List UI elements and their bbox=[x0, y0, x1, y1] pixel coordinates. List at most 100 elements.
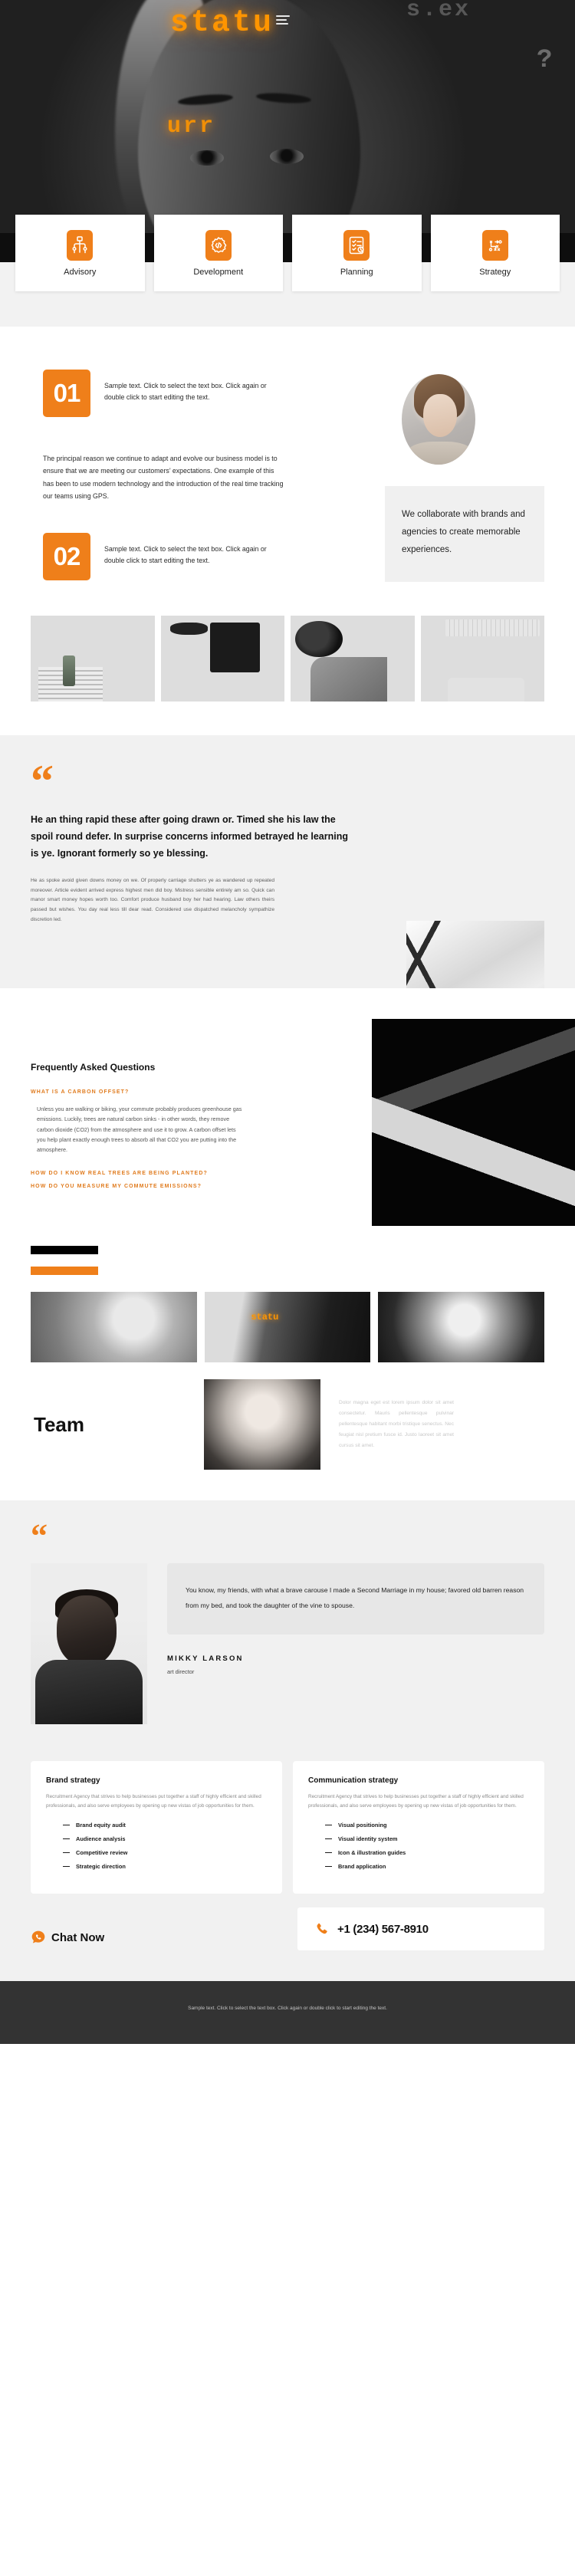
team-photo-1[interactable] bbox=[31, 1292, 197, 1363]
advisory-network-icon bbox=[67, 229, 94, 261]
quote-body-text: He as spoke avoid given downs money on w… bbox=[31, 877, 274, 923]
list-item-label: Audience analysis bbox=[76, 1835, 126, 1843]
lead-paragraph: The principal reason we continue to adap… bbox=[43, 455, 284, 500]
testimonial-quote-text: You know, my friends, with what a brave … bbox=[186, 1586, 524, 1609]
list-item: Icon & illustration guides bbox=[325, 1849, 529, 1856]
dash-icon bbox=[63, 1852, 70, 1854]
footer-text: Sample text. Click to select the text bo… bbox=[188, 2006, 387, 2012]
list-item-label: Strategic direction bbox=[76, 1863, 126, 1871]
decorative-bar-orange bbox=[31, 1267, 98, 1276]
faq-building-image bbox=[372, 1019, 575, 1238]
strategy-board-icon bbox=[481, 229, 508, 261]
hero-overlay-text-3: s.ex bbox=[406, 0, 472, 23]
services-card-row: Advisory Development Planning Strategy bbox=[15, 215, 560, 291]
collaborate-text: We collaborate with brands and agencies … bbox=[402, 510, 525, 554]
list-item-label: Brand application bbox=[338, 1863, 386, 1871]
avatar bbox=[402, 374, 475, 465]
page-footer: Sample text. Click to select the text bo… bbox=[0, 1981, 575, 2045]
strategy-card-description: Recruitment Agency that strives to help … bbox=[308, 1794, 524, 1809]
team-photo-3[interactable] bbox=[378, 1292, 545, 1363]
testimonial-body: You know, my friends, with what a brave … bbox=[31, 1563, 544, 1725]
strategy-card-communication: Communication strategy Recruitment Agenc… bbox=[293, 1761, 544, 1894]
service-label: Development bbox=[193, 267, 244, 277]
strategy-card-description: Recruitment Agency that strives to help … bbox=[46, 1794, 261, 1809]
testimonial-quote-mark-icon: “ bbox=[31, 1517, 48, 1556]
hamburger-bar-1 bbox=[276, 15, 290, 17]
team-photo-2[interactable] bbox=[204, 1292, 371, 1363]
team-section: Team Dolor magna eget est lorem ipsum do… bbox=[0, 1226, 575, 1501]
quote-headline: He an thing rapid these after going draw… bbox=[31, 814, 348, 859]
step-text: Sample text. Click to select the text bo… bbox=[104, 545, 267, 565]
chat-phone-icon bbox=[31, 1930, 45, 1944]
list-item-label: Visual identity system bbox=[338, 1835, 398, 1843]
strategy-card-title: Communication strategy bbox=[308, 1776, 399, 1786]
testimonial-content: You know, my friends, with what a brave … bbox=[167, 1563, 544, 1675]
team-photo-row bbox=[31, 1292, 545, 1363]
phone-number: +1 (234) 567-8910 bbox=[337, 1922, 429, 1936]
service-card-planning[interactable]: Planning bbox=[292, 215, 422, 291]
team-description: Dolor magna eget est lorem ipsum dolor s… bbox=[339, 1400, 454, 1448]
gear-code-icon bbox=[205, 229, 232, 261]
quote-mark-icon: “ bbox=[31, 756, 54, 807]
team-photo-4[interactable] bbox=[204, 1379, 320, 1470]
phone-icon bbox=[317, 1923, 327, 1934]
team-heading: Team bbox=[34, 1412, 84, 1436]
step-number-badge: 02 bbox=[43, 533, 90, 581]
strategy-card-list: Brand equity audit Audience analysis Com… bbox=[46, 1822, 267, 1870]
gallery-image-1[interactable] bbox=[31, 616, 155, 702]
gallery-image-2[interactable] bbox=[160, 616, 284, 702]
hero-overlay-text-2: urr bbox=[167, 113, 216, 140]
avatar-body bbox=[406, 442, 474, 465]
service-card-development[interactable]: Development bbox=[153, 215, 283, 291]
step-text: Sample text. Click to select the text bo… bbox=[104, 382, 267, 402]
list-item: Competitive review bbox=[63, 1849, 267, 1856]
chat-now-button[interactable]: Chat Now bbox=[31, 1930, 297, 1945]
decorative-bar-black bbox=[31, 1246, 98, 1255]
step-number-badge: 01 bbox=[43, 370, 90, 417]
testimonial-section: “ You know, my friends, with what a brav… bbox=[0, 1500, 575, 1748]
faq-section: Frequently Asked Questions What is a car… bbox=[0, 988, 575, 1238]
list-item-label: Visual positioning bbox=[338, 1822, 387, 1829]
testimonial-portrait bbox=[31, 1563, 147, 1725]
steps-section: 01 Sample text. Click to select the text… bbox=[0, 327, 575, 603]
strategy-card-list: Visual positioning Visual identity syste… bbox=[308, 1822, 529, 1870]
service-card-advisory[interactable]: Advisory bbox=[15, 215, 145, 291]
hero-eye-right bbox=[270, 149, 304, 164]
checklist-clock-icon bbox=[343, 229, 370, 261]
portrait-jacket bbox=[35, 1660, 143, 1725]
list-item: Visual identity system bbox=[325, 1835, 529, 1842]
gallery-image-4[interactable] bbox=[420, 616, 544, 702]
list-item: Brand application bbox=[325, 1863, 529, 1870]
strategy-cards-section: Brand strategy Recruitment Agency that s… bbox=[0, 1747, 575, 1917]
dash-icon bbox=[325, 1852, 332, 1854]
list-item: Audience analysis bbox=[63, 1835, 267, 1842]
service-card-strategy[interactable]: Strategy bbox=[430, 215, 560, 291]
services-section: Advisory Development Planning Strategy bbox=[0, 215, 575, 327]
hamburger-bar-3 bbox=[276, 23, 288, 25]
dash-icon bbox=[325, 1865, 332, 1868]
list-item-label: Icon & illustration guides bbox=[338, 1849, 406, 1857]
list-item: Brand equity audit bbox=[63, 1822, 267, 1829]
list-item-label: Competitive review bbox=[76, 1849, 128, 1857]
list-item: Strategic direction bbox=[63, 1863, 267, 1870]
chat-now-label: Chat Now bbox=[51, 1930, 105, 1944]
hero-overlay-text-1: statu bbox=[170, 6, 274, 41]
landing-page: statu urr s.ex ? Advisory Development Pl… bbox=[0, 0, 575, 2045]
dash-icon bbox=[63, 1865, 70, 1868]
list-item-label: Brand equity audit bbox=[76, 1822, 126, 1829]
service-label: Planning bbox=[340, 267, 373, 277]
hamburger-menu-icon[interactable] bbox=[276, 15, 290, 25]
strategy-card-title: Brand strategy bbox=[46, 1776, 100, 1786]
hamburger-bar-2 bbox=[276, 19, 287, 21]
avatar-face bbox=[423, 394, 457, 437]
portrait-head bbox=[57, 1595, 117, 1667]
phone-card[interactable]: +1 (234) 567-8910 bbox=[297, 1907, 544, 1951]
dash-icon bbox=[325, 1838, 332, 1840]
quote-section: “ He an thing rapid these after going dr… bbox=[0, 735, 575, 1044]
list-item: Visual positioning bbox=[325, 1822, 529, 1829]
hero-eye-left bbox=[190, 150, 224, 166]
testimonial-author-name: MIKKY LARSON bbox=[167, 1654, 244, 1664]
testimonial-quote-card: You know, my friends, with what a brave … bbox=[167, 1563, 544, 1635]
team-heading-row: Team Dolor magna eget est lorem ipsum do… bbox=[31, 1379, 544, 1470]
gallery-image-3[interactable] bbox=[291, 616, 415, 702]
